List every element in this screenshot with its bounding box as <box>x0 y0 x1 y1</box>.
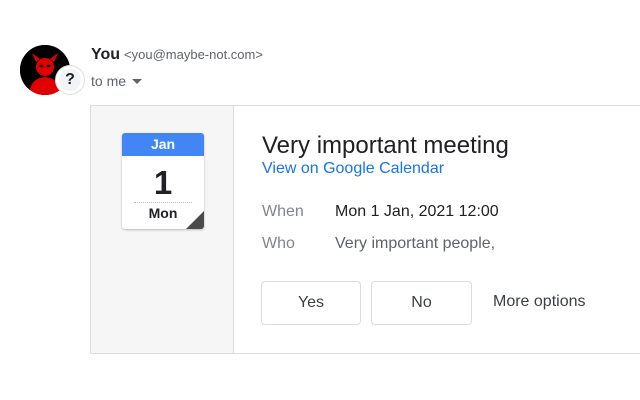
chevron-down-icon <box>132 79 143 84</box>
rsvp-yes-button[interactable]: Yes <box>261 281 361 325</box>
calendar-icon-panel: Jan 1 Mon <box>91 106 234 353</box>
question-mark-icon: ? <box>59 69 81 91</box>
who-label: Who <box>262 235 295 252</box>
calendar-invite-card: Jan 1 Mon Very important meeting View on… <box>90 105 640 354</box>
rsvp-no-button[interactable]: No <box>371 281 472 325</box>
when-value: Mon 1 Jan, 2021 12:00 <box>335 203 499 220</box>
recipient-dropdown[interactable]: to me <box>91 73 143 89</box>
event-details: Very important meeting View on Google Ca… <box>234 106 640 353</box>
sender-email: <you@maybe-not.com> <box>124 47 263 62</box>
event-title: Very important meeting <box>262 132 509 159</box>
calendar-month: Jan <box>122 133 204 156</box>
more-options-button[interactable]: More options <box>493 293 586 311</box>
sender-line: You <you@maybe-not.com> <box>91 46 263 64</box>
page-fold-icon <box>186 211 204 229</box>
unknown-sender-badge: ? <box>56 66 84 94</box>
calendar-date-icon: Jan 1 Mon <box>122 133 204 229</box>
calendar-divider <box>134 202 192 203</box>
sender-name: You <box>91 46 121 63</box>
who-value: Very important people, <box>335 235 496 252</box>
recipient-label: to me <box>91 73 127 89</box>
view-on-google-calendar-link[interactable]: View on Google Calendar <box>262 160 444 178</box>
when-label: When <box>262 203 304 220</box>
calendar-day: 1 <box>153 164 173 201</box>
